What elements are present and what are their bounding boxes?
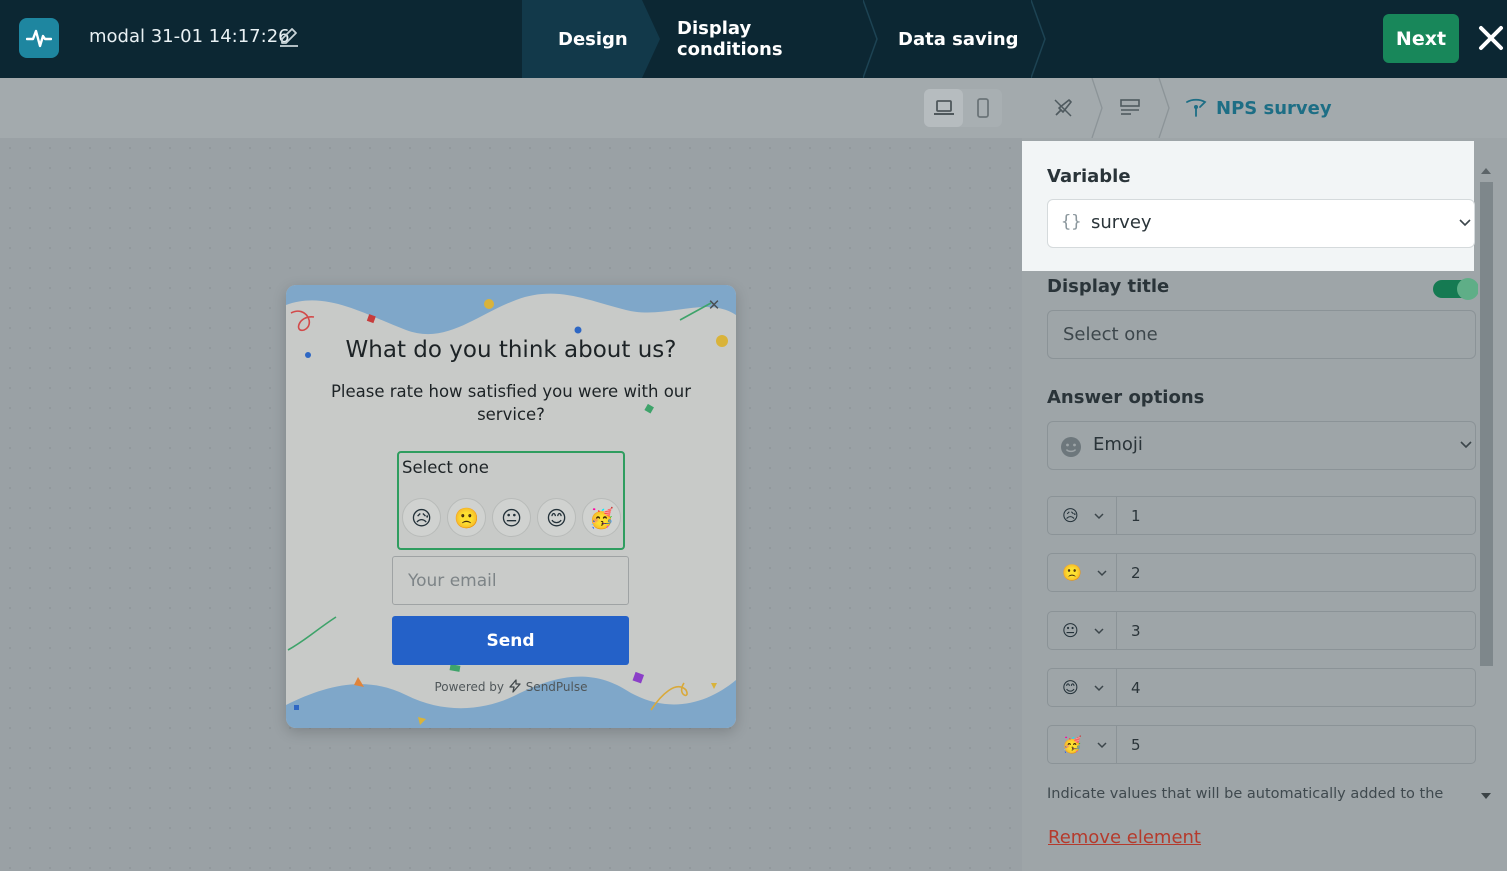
option-value-input[interactable]: 3	[1117, 612, 1475, 649]
next-button[interactable]: Next	[1383, 14, 1459, 63]
crumb-form[interactable]	[1119, 78, 1143, 138]
scroll-up-icon[interactable]	[1481, 168, 1491, 174]
desktop-icon	[933, 100, 954, 115]
party-emoji-icon: 🥳	[589, 505, 614, 530]
modal-close-icon[interactable]: ✕	[706, 297, 722, 313]
variable-select[interactable]: {} survey	[1047, 199, 1475, 248]
chevron-down-icon	[1097, 569, 1107, 576]
scrollbar-thumb[interactable]	[1480, 182, 1493, 666]
emoji-picker[interactable]: 😐	[1048, 612, 1117, 649]
emoji-picker[interactable]: 😊	[1048, 669, 1117, 706]
display-title-input[interactable]	[1047, 310, 1476, 359]
pulse-icon	[26, 29, 52, 48]
modal-title-text: modal 31-01 14:17:26	[89, 26, 290, 47]
breadcrumb-current: NPS survey	[1216, 97, 1332, 119]
rating-title: Select one	[402, 458, 489, 477]
option-value-input[interactable]: 2	[1117, 554, 1475, 591]
party-emoji-icon: 🥳	[1062, 735, 1082, 754]
top-bar: modal 31-01 14:17:26 Design Display cond…	[0, 0, 1507, 78]
option-value-input[interactable]: 4	[1117, 669, 1475, 706]
chevron-down-icon	[1094, 512, 1104, 519]
send-button[interactable]: Send	[392, 616, 629, 665]
option-row-3: 😐 3	[1047, 611, 1476, 650]
answer-options-select[interactable]: Emoji	[1047, 421, 1476, 470]
answer-options-value: Emoji	[1093, 434, 1143, 455]
survey-icon	[1186, 98, 1207, 117]
braces-icon: {}	[1061, 212, 1082, 232]
frown-emoji-icon: 🙁	[1062, 563, 1082, 582]
powered-by-text: Powered by	[434, 680, 505, 694]
chevron-down-icon	[1460, 441, 1472, 449]
breadcrumb-chevron	[1091, 78, 1103, 138]
option-row-1: 😥 1	[1047, 496, 1476, 535]
variable-value: survey	[1091, 212, 1152, 233]
brush-icon	[1054, 99, 1072, 117]
desktop-view-button[interactable]	[924, 89, 963, 127]
device-switch	[924, 89, 1002, 127]
step-label: Data saving	[898, 28, 1019, 50]
remove-element-link[interactable]: Remove element	[1048, 827, 1201, 848]
emoji-rating-row: 😥 🙁 😐 😊 🥳	[402, 498, 621, 537]
form-icon	[1120, 99, 1140, 115]
rating-option-5[interactable]: 🥳	[582, 498, 621, 537]
emoji-rating-block[interactable]: Select one 😥 🙁 😐 😊 🥳	[397, 451, 625, 550]
rating-option-1[interactable]: 😥	[402, 498, 441, 537]
breadcrumb-chevron	[1158, 78, 1170, 138]
sad-emoji-icon: 😥	[411, 505, 432, 530]
emoji-picker[interactable]: 🙁	[1048, 554, 1117, 591]
mobile-view-button[interactable]	[963, 89, 1002, 127]
chevron-down-icon	[1094, 627, 1104, 634]
wizard-steps: Design Display conditions Data saving	[522, 0, 1046, 78]
app-logo[interactable]	[19, 18, 59, 58]
display-title-toggle[interactable]	[1433, 278, 1479, 300]
variable-section: Variable {} survey	[1022, 141, 1475, 271]
chevron-down-icon	[1459, 219, 1471, 227]
answer-options-label: Answer options	[1047, 387, 1205, 408]
display-title-label: Display title	[1047, 276, 1170, 297]
emoji-picker[interactable]: 😥	[1048, 497, 1117, 534]
smiley-icon	[1061, 437, 1081, 457]
step-label: Design	[558, 28, 628, 50]
step-label: Display conditions	[677, 18, 783, 60]
option-value-input[interactable]: 5	[1117, 726, 1475, 763]
email-field[interactable]	[392, 556, 629, 605]
neutral-emoji-icon: 😐	[1062, 621, 1079, 640]
rating-option-2[interactable]: 🙁	[447, 498, 486, 537]
option-row-5: 🥳 5	[1047, 725, 1476, 764]
crumb-nps-survey[interactable]: NPS survey	[1184, 78, 1332, 138]
powered-by[interactable]: Powered by SendPulse	[286, 679, 736, 694]
variable-label: Variable	[1047, 166, 1131, 187]
frown-emoji-icon: 🙁	[454, 505, 479, 530]
step-data-saving[interactable]: Data saving	[863, 0, 1046, 78]
step-chevron	[1031, 0, 1046, 78]
panel-breadcrumb: NPS survey	[1022, 78, 1507, 138]
chevron-down-icon	[1097, 741, 1107, 748]
survey-subtitle: Please rate how satisfied you were with …	[330, 382, 692, 424]
mobile-icon	[976, 98, 989, 118]
step-display-conditions[interactable]: Display conditions	[642, 0, 878, 78]
sad-emoji-icon: 😥	[1062, 506, 1079, 525]
option-value-input[interactable]: 1	[1117, 497, 1475, 534]
smile-emoji-icon: 😊	[1062, 678, 1079, 697]
smile-emoji-icon: 😊	[546, 505, 567, 530]
survey-title: What do you think about us?	[345, 337, 677, 363]
pencil-icon[interactable]	[278, 26, 300, 48]
chevron-down-icon	[1094, 684, 1104, 691]
crumb-design[interactable]	[1052, 78, 1076, 138]
neutral-emoji-icon: 😐	[501, 505, 522, 530]
option-row-4: 😊 4	[1047, 668, 1476, 707]
canvas-toolbar	[0, 78, 1022, 138]
rating-option-4[interactable]: 😊	[537, 498, 576, 537]
rating-option-3[interactable]: 😐	[492, 498, 531, 537]
close-icon[interactable]	[1477, 22, 1505, 54]
brand-name: SendPulse	[525, 680, 588, 694]
lightning-icon	[509, 679, 521, 693]
survey-modal-preview[interactable]: ✕ What do you think about us? Please rat…	[286, 285, 736, 728]
emoji-picker[interactable]: 🥳	[1048, 726, 1117, 763]
scroll-down-icon[interactable]	[1481, 793, 1491, 799]
values-hint: Indicate values that will be automatical…	[1047, 786, 1444, 802]
step-design[interactable]: Design	[522, 0, 660, 78]
toggle-knob	[1457, 278, 1479, 300]
option-row-2: 🙁 2	[1047, 553, 1476, 592]
